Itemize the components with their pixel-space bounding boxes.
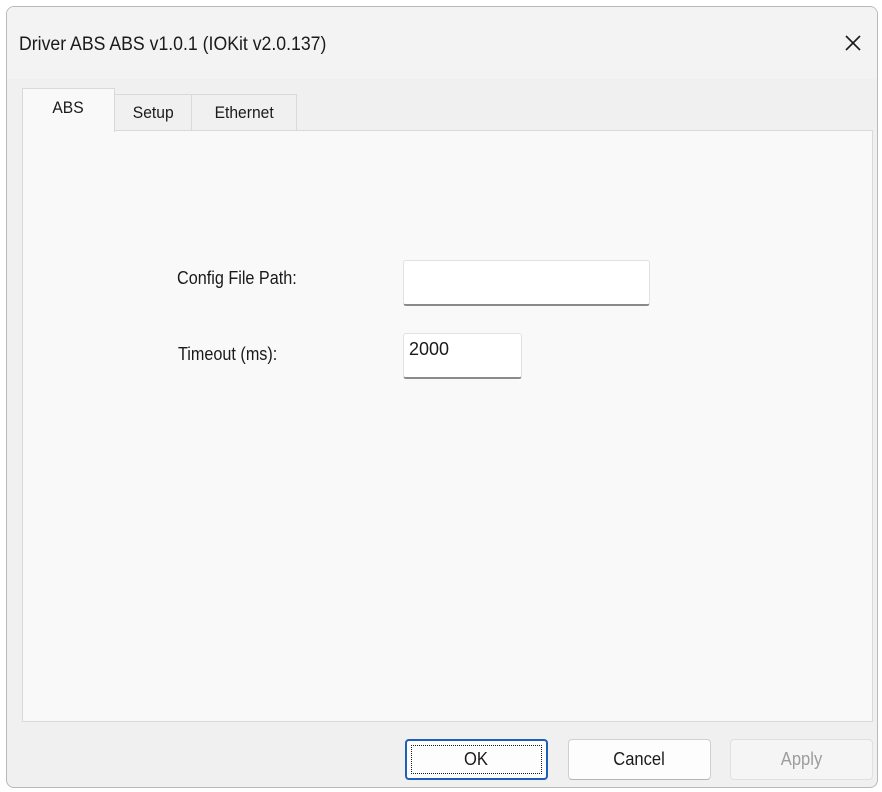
tab-setup[interactable]: Setup [114,94,192,130]
apply-button[interactable]: Apply [730,739,873,780]
close-icon [845,35,861,51]
config-file-path-input[interactable] [403,260,650,306]
close-button[interactable] [833,23,873,63]
tab-setup-label: Setup [132,102,174,122]
timeout-input[interactable] [403,333,522,379]
ok-button[interactable]: OK [405,739,548,780]
config-file-path-label: Config File Path: [177,268,297,288]
cancel-button[interactable]: Cancel [568,739,711,780]
cancel-button-label: Cancel [613,749,666,769]
apply-button-label: Apply [780,749,823,769]
title-bar[interactable]: Driver ABS ABS v1.0.1 (IOKit v2.0.137) [7,7,877,79]
tab-ethernet[interactable]: Ethernet [191,94,297,130]
tab-ethernet-label: Ethernet [214,102,274,122]
driver-settings-dialog: Driver ABS ABS v1.0.1 (IOKit v2.0.137) A… [6,6,878,788]
window-title: Driver ABS ABS v1.0.1 (IOKit v2.0.137) [19,34,327,55]
tab-abs-label: ABS [52,98,85,117]
timeout-label: Timeout (ms): [178,344,278,364]
ok-button-label: OK [464,749,489,769]
tab-abs[interactable]: ABS [22,88,115,132]
tab-panel-abs: Config File Path: Timeout (ms): [22,130,873,722]
